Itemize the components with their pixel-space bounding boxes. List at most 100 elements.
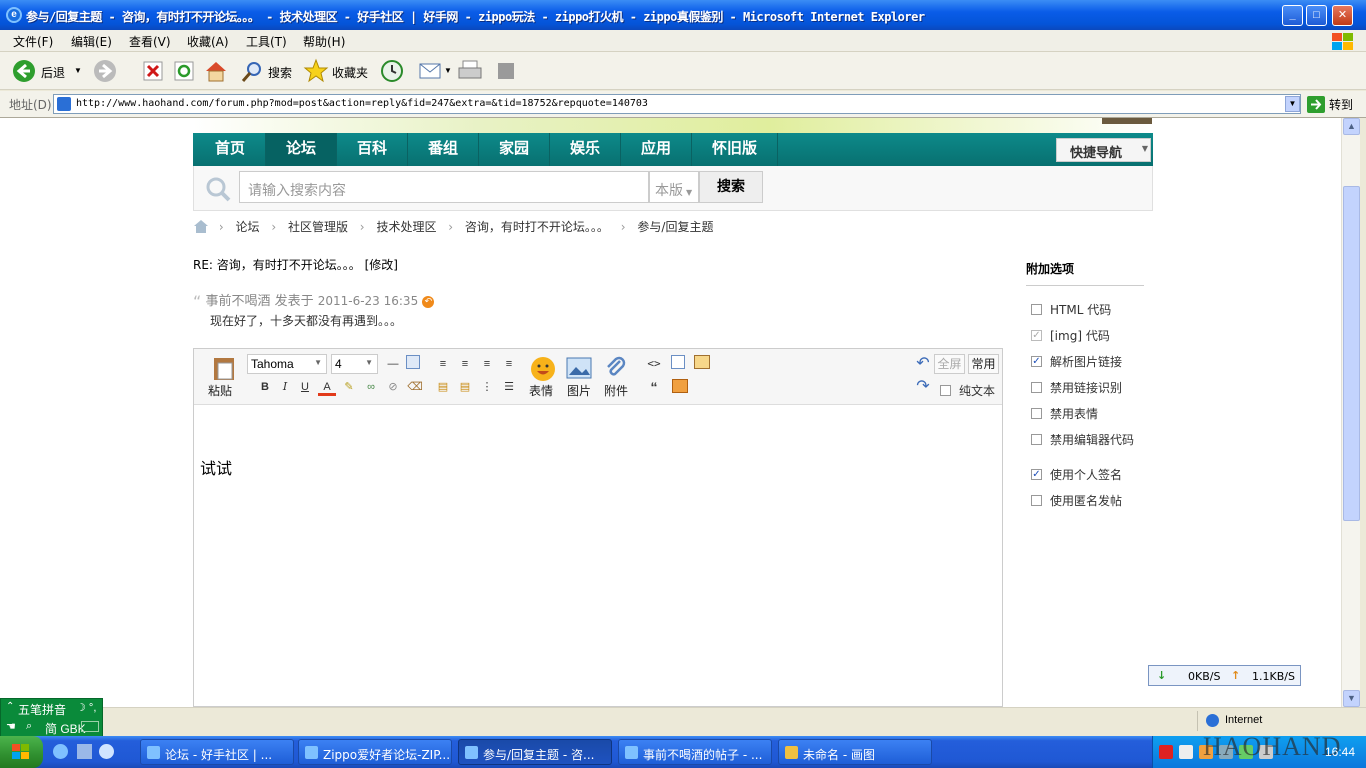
horizontal-rule-icon[interactable]: — bbox=[384, 355, 402, 373]
attachment-icon[interactable] bbox=[604, 356, 628, 380]
nav-groups[interactable]: 番组 bbox=[408, 133, 479, 166]
search-input[interactable]: 请输入搜索内容 bbox=[239, 171, 649, 203]
nav-home-space[interactable]: 家园 bbox=[479, 133, 550, 166]
menu-help[interactable]: 帮助(H) bbox=[303, 33, 345, 50]
undo-icon[interactable]: ↶ bbox=[914, 355, 932, 373]
goto-post-icon[interactable]: ↶ bbox=[422, 296, 435, 308]
moon-icon[interactable]: ☽ °, bbox=[76, 701, 96, 714]
option-html-code[interactable]: HTML 代码 bbox=[1031, 301, 1111, 318]
table-icon[interactable] bbox=[406, 355, 420, 369]
home-icon[interactable] bbox=[193, 219, 209, 233]
nav-apps[interactable]: 应用 bbox=[621, 133, 692, 166]
option-disable-editor-code[interactable]: 禁用编辑器代码 bbox=[1031, 431, 1134, 448]
attachment-button[interactable]: 附件 bbox=[604, 382, 628, 399]
breadcrumb-section[interactable]: 技术处理区 bbox=[376, 220, 436, 234]
option-anonymous-post[interactable]: 使用匿名发帖 bbox=[1031, 492, 1122, 509]
go-arrow-icon[interactable] bbox=[1307, 96, 1325, 113]
maximize-button[interactable]: □ bbox=[1306, 5, 1327, 26]
breadcrumb-board[interactable]: 社区管理版 bbox=[288, 220, 348, 234]
option-disable-link-detect[interactable]: 禁用链接识别 bbox=[1031, 379, 1122, 396]
clear-format-icon[interactable]: ⌫ bbox=[406, 378, 424, 396]
menu-edit[interactable]: 编辑(E) bbox=[71, 33, 112, 50]
common-mode-button[interactable]: 常用 bbox=[968, 354, 999, 374]
option-checkbox[interactable] bbox=[1031, 408, 1042, 419]
search-icon[interactable]: ⌕ bbox=[26, 720, 32, 733]
fullscreen-button[interactable]: 全屏 bbox=[934, 354, 965, 374]
menu-favorites[interactable]: 收藏(A) bbox=[187, 33, 229, 50]
back-arrow-icon[interactable] bbox=[12, 59, 36, 83]
option-checkbox[interactable]: ✓ bbox=[1031, 469, 1042, 480]
address-dropdown-icon[interactable]: ▼ bbox=[1285, 96, 1300, 112]
favorites-button[interactable]: 收藏夹 bbox=[332, 64, 368, 81]
align-center-icon[interactable]: ≡ bbox=[478, 355, 496, 373]
soft-keyboard-icon[interactable] bbox=[81, 721, 99, 732]
italic-icon[interactable]: I bbox=[276, 378, 294, 396]
nav-classic[interactable]: 怀旧版 bbox=[692, 133, 778, 166]
mail-dropdown-icon[interactable]: ▼ bbox=[444, 66, 452, 75]
quicklaunch-browser-icon[interactable] bbox=[99, 744, 114, 759]
emoji-icon[interactable] bbox=[530, 356, 556, 382]
task-reply[interactable]: 参与/回复主题 - 咨... bbox=[458, 739, 612, 765]
highlight-icon[interactable]: ✎ bbox=[340, 378, 358, 396]
ime-panel[interactable]: ⌃ 五笔拼音 ☽ °, ☚ ⌕ 简 GBK bbox=[0, 698, 103, 738]
ordered-list-icon[interactable]: ⋮ bbox=[478, 378, 496, 396]
option-checkbox[interactable]: ✓ bbox=[1031, 356, 1042, 367]
font-color-icon[interactable]: A bbox=[318, 378, 336, 396]
scroll-up-icon[interactable]: ▲ bbox=[1343, 118, 1360, 135]
align-left-icon[interactable]: ≡ bbox=[434, 355, 452, 373]
search-scope-select[interactable]: 本版 ▼ bbox=[649, 171, 699, 203]
insert-media-icon[interactable] bbox=[694, 355, 710, 369]
option-disable-emoji[interactable]: 禁用表情 bbox=[1031, 405, 1098, 422]
edit-page-icon[interactable] bbox=[497, 62, 515, 80]
menu-file[interactable]: 文件(F) bbox=[13, 33, 53, 50]
hand-icon[interactable]: ☚ bbox=[6, 720, 16, 733]
option-use-signature[interactable]: ✓ 使用个人签名 bbox=[1031, 466, 1122, 483]
breadcrumb-forum[interactable]: 论坛 bbox=[235, 220, 259, 234]
editor-content[interactable]: 试试 bbox=[200, 455, 232, 479]
stop-icon[interactable] bbox=[142, 60, 164, 82]
option-checkbox[interactable] bbox=[1031, 495, 1042, 506]
float-left-icon[interactable]: ▤ bbox=[434, 378, 452, 396]
plaintext-toggle[interactable]: 纯文本 bbox=[940, 382, 995, 399]
code-icon[interactable]: <> bbox=[645, 355, 663, 373]
address-input[interactable]: http://www.haohand.com/forum.php?mod=pos… bbox=[53, 94, 1301, 114]
minimize-button[interactable]: _ bbox=[1282, 5, 1303, 26]
nav-forum[interactable]: 论坛 bbox=[266, 133, 337, 166]
quote-icon[interactable]: “ bbox=[645, 378, 663, 396]
menu-view[interactable]: 查看(V) bbox=[129, 33, 171, 50]
image-icon[interactable] bbox=[566, 357, 592, 379]
align-right-icon[interactable]: ≡ bbox=[500, 355, 518, 373]
back-dropdown-icon[interactable]: ▼ bbox=[74, 66, 82, 75]
task-zippo[interactable]: Zippo爱好者论坛-ZIP... bbox=[298, 739, 452, 765]
align-justify-icon[interactable]: ≡ bbox=[456, 355, 474, 373]
start-button[interactable] bbox=[0, 736, 43, 768]
mail-icon[interactable] bbox=[418, 60, 444, 82]
nav-home[interactable]: 首页 bbox=[195, 133, 266, 166]
history-icon[interactable] bbox=[380, 59, 404, 83]
image-button[interactable]: 图片 bbox=[567, 382, 591, 399]
redo-icon[interactable]: ↷ bbox=[914, 378, 932, 396]
option-checkbox[interactable] bbox=[1031, 382, 1042, 393]
option-checkbox[interactable] bbox=[1031, 304, 1042, 315]
tray-app-icon[interactable] bbox=[1179, 745, 1193, 759]
quicklaunch-ie-icon[interactable] bbox=[53, 744, 68, 759]
clipboard-icon[interactable] bbox=[212, 355, 236, 381]
bold-icon[interactable]: B bbox=[256, 378, 274, 396]
nav-entertainment[interactable]: 娱乐 bbox=[550, 133, 621, 166]
option-img-code[interactable]: ✓ [img] 代码 bbox=[1031, 327, 1110, 344]
plaintext-checkbox[interactable] bbox=[940, 385, 951, 397]
free-block-icon[interactable] bbox=[671, 355, 685, 369]
quicklaunch-desktop-icon[interactable] bbox=[77, 744, 92, 759]
menu-tools[interactable]: 工具(T) bbox=[246, 33, 287, 50]
nav-wiki[interactable]: 百科 bbox=[337, 133, 408, 166]
task-forum[interactable]: 论坛 - 好手社区 | ... bbox=[140, 739, 294, 765]
scroll-down-icon[interactable]: ▼ bbox=[1343, 690, 1360, 707]
quick-nav-button[interactable]: 快捷导航 ▼ bbox=[1056, 138, 1151, 162]
option-checkbox[interactable] bbox=[1031, 434, 1042, 445]
font-family-select[interactable]: Tahoma ▼ bbox=[247, 354, 327, 374]
breadcrumb-thread[interactable]: 咨询，有时打不开论坛。。。 bbox=[465, 220, 609, 234]
paste-button[interactable]: 粘贴 bbox=[208, 382, 232, 399]
clock[interactable]: 16:44 bbox=[1325, 745, 1355, 759]
forward-arrow-icon[interactable] bbox=[93, 59, 117, 83]
option-parse-image-links[interactable]: ✓ 解析图片链接 bbox=[1031, 353, 1122, 370]
